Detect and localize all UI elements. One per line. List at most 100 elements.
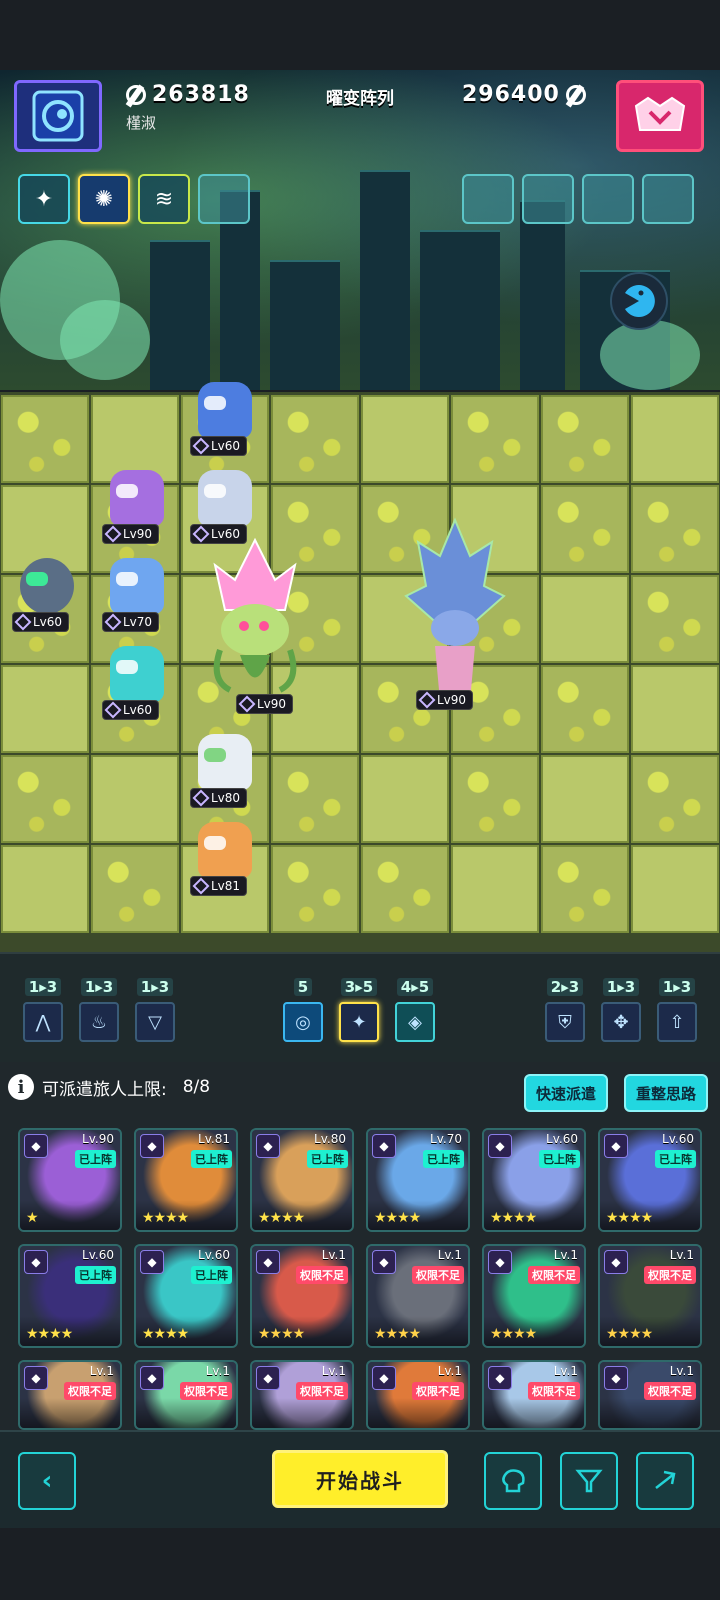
roster-card[interactable]: ◆ Lv.90 已上阵 ★: [18, 1128, 122, 1232]
start-battle-button[interactable]: 开始战斗: [272, 1450, 448, 1508]
enemy-avatar[interactable]: [616, 80, 704, 152]
grid-tile[interactable]: [1, 665, 89, 753]
reorganize-button[interactable]: 重整思路: [624, 1074, 709, 1112]
grid-tile[interactable]: [541, 665, 629, 753]
pacman-button[interactable]: [610, 272, 668, 330]
grid-tile[interactable]: [1, 395, 89, 483]
card-status-badge: 权限不足: [528, 1266, 580, 1284]
grid-tile[interactable]: [451, 755, 539, 843]
grid-tile[interactable]: [631, 755, 719, 843]
synergy-arrow-up[interactable]: 1▸3 ⇧: [656, 978, 698, 1042]
grid-tile[interactable]: [541, 575, 629, 663]
unit-level: Lv90: [123, 527, 153, 541]
crystal-flower-sprite: [404, 517, 506, 701]
player-avatar[interactable]: [14, 80, 102, 152]
skill-slot-vortex-orb[interactable]: ✺: [78, 174, 130, 224]
card-shade: [136, 1398, 236, 1428]
board-unit-lotus-plant[interactable]: Lv90: [200, 530, 310, 730]
grid-tile[interactable]: [451, 845, 539, 933]
synergy-star[interactable]: 3▸5 ✦: [338, 978, 380, 1042]
synergy-count: 3▸5: [340, 978, 378, 996]
grid-tile[interactable]: [631, 575, 719, 663]
board-unit-teal-hair-girl[interactable]: Lv60: [100, 642, 174, 722]
roster-card[interactable]: ◆ Lv.1 权限不足: [598, 1360, 702, 1430]
board-unit-robot-helmet[interactable]: Lv60: [10, 554, 84, 634]
board-unit-fox-girl[interactable]: Lv81: [188, 818, 262, 898]
grid-tile[interactable]: [361, 845, 449, 933]
dispatch-limit-label: 可派遣旅人上限:: [42, 1079, 167, 1100]
synergy-flame[interactable]: 1▸3 ♨: [78, 978, 120, 1042]
synergy-triangle-wing[interactable]: 1▸3 ▽: [134, 978, 176, 1042]
grid-tile[interactable]: [271, 755, 359, 843]
roster-card[interactable]: ◆ Lv.1 权限不足 ★★★★: [482, 1244, 586, 1348]
board-unit-cat-girl[interactable]: Lv90: [100, 466, 174, 546]
roster-card[interactable]: ◆ Lv.1 权限不足 ★★★★: [366, 1244, 470, 1348]
card-status-badge: 已上阵: [307, 1150, 348, 1168]
sort-button[interactable]: [636, 1452, 694, 1510]
back-button[interactable]: ‹: [18, 1452, 76, 1510]
grid-tile[interactable]: [631, 665, 719, 753]
card-level: Lv.70: [430, 1132, 462, 1146]
card-level: Lv.1: [205, 1364, 230, 1378]
player-power: 263818: [126, 82, 250, 107]
grid-tile[interactable]: [91, 755, 179, 843]
card-status-badge: 已上阵: [75, 1150, 116, 1168]
filter-button[interactable]: [560, 1452, 618, 1510]
class-icon: ◆: [256, 1134, 280, 1158]
grid-tile[interactable]: [541, 755, 629, 843]
synergy-swirl[interactable]: 5 ◎: [282, 978, 324, 1042]
card-status-badge: 权限不足: [528, 1382, 580, 1400]
grid-tile[interactable]: [271, 845, 359, 933]
grid-tile[interactable]: [271, 395, 359, 483]
board-unit-glasses-boy[interactable]: Lv80: [188, 730, 262, 810]
class-icon: ◆: [604, 1250, 628, 1274]
card-level: Lv.60: [198, 1248, 230, 1262]
class-icon: ◆: [488, 1366, 512, 1390]
grid-tile[interactable]: [1, 845, 89, 933]
card-level: Lv.1: [553, 1248, 578, 1262]
roster-card[interactable]: ◆ Lv.1 权限不足: [482, 1360, 586, 1430]
roster-card[interactable]: ◆ Lv.1 权限不足 ★★★★: [250, 1244, 354, 1348]
grid-tile[interactable]: [1, 755, 89, 843]
roster-card[interactable]: ◆ Lv.70 已上阵 ★★★★: [366, 1128, 470, 1232]
quick-dispatch-button[interactable]: 快速派遣: [524, 1074, 609, 1112]
board-unit-hat-girl[interactable]: Lv60: [188, 378, 262, 458]
board-unit-blue-hair-girl[interactable]: Lv70: [100, 554, 174, 634]
synergy-shield[interactable]: 2▸3 ⛨: [544, 978, 586, 1042]
roster-card[interactable]: ◆ Lv.1 权限不足: [250, 1360, 354, 1430]
synergy-diamond[interactable]: 4▸5 ◈: [394, 978, 436, 1042]
info-icon[interactable]: i: [8, 1074, 34, 1100]
unit-level-tag: Lv90: [236, 694, 294, 714]
roster-card[interactable]: ◆ Lv.81 已上阵 ★★★★: [134, 1128, 238, 1232]
grid-tile[interactable]: [541, 485, 629, 573]
roster-card[interactable]: ◆ Lv.1 权限不足: [366, 1360, 470, 1430]
roster-card[interactable]: ◆ Lv.60 已上阵 ★★★★: [482, 1128, 586, 1232]
grid-tile[interactable]: [361, 395, 449, 483]
roster-card[interactable]: ◆ Lv.60 已上阵 ★★★★: [18, 1244, 122, 1348]
roster-card[interactable]: ◆ Lv.1 权限不足 ★★★★: [598, 1244, 702, 1348]
grid-tile[interactable]: [361, 755, 449, 843]
roster-card[interactable]: ◆ Lv.1 权限不足: [134, 1360, 238, 1430]
roster-card[interactable]: ◆ Lv.1 权限不足: [18, 1360, 122, 1430]
synergy-bow[interactable]: 1▸3 ✥: [600, 978, 642, 1042]
class-icon: ◆: [372, 1134, 396, 1158]
card-stars: ★★★★: [490, 1326, 537, 1342]
grid-tile[interactable]: [631, 395, 719, 483]
card-level: Lv.90: [82, 1132, 114, 1146]
roster-card[interactable]: ◆ Lv.60 已上阵 ★★★★: [134, 1244, 238, 1348]
grid-tile[interactable]: [541, 845, 629, 933]
skill-slot-wave-scroll[interactable]: ≋: [138, 174, 190, 224]
grid-tile[interactable]: [451, 395, 539, 483]
roster-card[interactable]: ◆ Lv.80 已上阵 ★★★★: [250, 1128, 354, 1232]
grid-tile[interactable]: [91, 845, 179, 933]
grid-tile[interactable]: [631, 485, 719, 573]
roster-card[interactable]: ◆ Lv.60 已上阵 ★★★★: [598, 1128, 702, 1232]
grid-tile[interactable]: [631, 845, 719, 933]
board-unit-crystal-flower-enemy[interactable]: Lv90: [400, 516, 510, 716]
brain-button[interactable]: [484, 1452, 542, 1510]
skill-slot-empty[interactable]: [198, 174, 250, 224]
synergy-mountain[interactable]: 1▸3 ⋀: [22, 978, 64, 1042]
skill-slot-sparkle-staff[interactable]: ✦: [18, 174, 70, 224]
class-icon: ◆: [256, 1366, 280, 1390]
grid-tile[interactable]: [541, 395, 629, 483]
